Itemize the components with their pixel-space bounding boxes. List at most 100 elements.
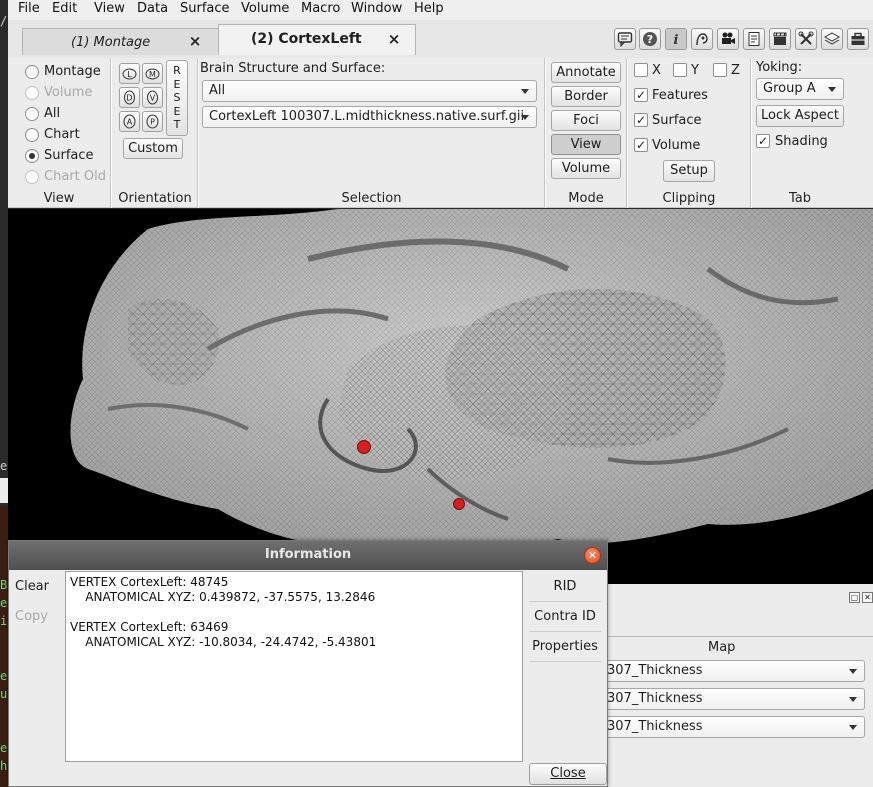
- tab-group-title: Tab: [788, 191, 811, 206]
- focus-marker[interactable]: [453, 498, 465, 510]
- clipping-setup-button[interactable]: Setup: [663, 160, 715, 182]
- reset-letter: E: [173, 104, 181, 118]
- tab-cortexleft[interactable]: (2) CortexLeft ⨯: [218, 24, 416, 55]
- reset-view-button[interactable]: R E S E T: [166, 60, 188, 136]
- contra-id-button[interactable]: Contra ID: [529, 609, 601, 624]
- orient-letter: L: [127, 70, 132, 79]
- shading-checkbox[interactable]: ✓: [756, 134, 770, 148]
- map-select[interactable]: 307_Thickness: [598, 660, 865, 682]
- radio-montage[interactable]: [25, 65, 39, 79]
- close-icon[interactable]: ✕: [584, 547, 601, 564]
- menu-data[interactable]: Data: [137, 1, 168, 16]
- menu-window[interactable]: Window: [351, 1, 402, 16]
- clip-volume-checkbox[interactable]: ✓: [634, 138, 648, 152]
- close-button[interactable]: Close: [529, 763, 607, 785]
- terminal-text: h: [0, 759, 8, 773]
- orient-anterior-button[interactable]: A: [119, 111, 140, 132]
- radio-volume[interactable]: [25, 86, 39, 100]
- menu-help[interactable]: Help: [414, 1, 444, 16]
- tab-label: (1) Montage: [71, 35, 151, 50]
- menu-view[interactable]: View: [94, 1, 125, 16]
- menu-edit[interactable]: Edit: [52, 1, 77, 16]
- yoking-label: Yoking:: [756, 60, 803, 75]
- orient-dorsal-button[interactable]: D: [119, 87, 140, 108]
- map-select-value: 307_Thickness: [607, 691, 703, 706]
- group-separator: [750, 58, 752, 208]
- annotate-mode-button[interactable]: Annotate: [551, 62, 621, 83]
- orient-ventral-button[interactable]: V: [142, 87, 163, 108]
- chevron-down-icon: [521, 89, 529, 94]
- map-select[interactable]: 307_Thickness: [598, 716, 865, 738]
- radio-chart[interactable]: [25, 128, 39, 142]
- menu-surface[interactable]: Surface: [180, 1, 230, 16]
- radio-all[interactable]: [25, 107, 39, 121]
- radio-all-label: All: [44, 106, 61, 121]
- layers-divider: [608, 636, 873, 637]
- copy-button[interactable]: Copy: [15, 609, 48, 624]
- border-mode-button[interactable]: Border: [551, 86, 621, 107]
- selection-group-title: Selection: [341, 191, 402, 206]
- clip-y-checkbox[interactable]: [673, 63, 687, 77]
- clear-button[interactable]: Clear: [15, 579, 49, 594]
- info-icon[interactable]: i: [665, 28, 687, 50]
- scene-icon[interactable]: [743, 28, 765, 50]
- close-tab-icon[interactable]: ⨯: [187, 32, 203, 52]
- mode-group-title: Mode: [568, 191, 604, 206]
- clip-y-label: Y: [691, 63, 699, 78]
- orient-medial-button[interactable]: M: [142, 63, 163, 84]
- orient-left-button[interactable]: L: [119, 63, 140, 84]
- menu-file[interactable]: File: [18, 1, 40, 16]
- terminal-text: ea: [0, 669, 8, 683]
- orientation-group-title: Orientation: [118, 191, 192, 206]
- tab-montage[interactable]: (1) Montage ⨯: [22, 28, 219, 55]
- structure-select[interactable]: All: [202, 80, 537, 102]
- clip-features-checkbox[interactable]: ✓: [634, 88, 648, 102]
- terminal-text: B: [0, 578, 8, 592]
- group-separator: [110, 58, 112, 208]
- view-mode-button[interactable]: View: [551, 134, 621, 155]
- surface-select[interactable]: CortexLeft 100307.L.midthickness.native.…: [202, 106, 537, 128]
- menu-macro[interactable]: Macro: [301, 1, 340, 16]
- layers-icon[interactable]: [821, 28, 843, 50]
- focus-marker[interactable]: [357, 440, 371, 454]
- reset-letter: T: [173, 118, 181, 131]
- float-panel-icon[interactable]: ▢: [849, 592, 860, 603]
- map-select-value: 307_Thickness: [607, 719, 703, 734]
- information-text[interactable]: VERTEX CortexLeft: 48745 ANATOMICAL XYZ:…: [65, 571, 523, 762]
- custom-orientation-button[interactable]: Custom: [123, 138, 183, 159]
- button-divider: [529, 661, 601, 662]
- identify-icon[interactable]: [691, 28, 713, 50]
- chat-icon[interactable]: [614, 28, 636, 50]
- close-tab-icon[interactable]: ⨯: [386, 30, 402, 50]
- close-panel-icon[interactable]: ✕: [862, 592, 873, 603]
- map-select[interactable]: 307_Thickness: [598, 688, 865, 710]
- radio-chart-old[interactable]: [25, 170, 39, 184]
- reset-letter: S: [173, 91, 181, 104]
- clapper-icon[interactable]: [769, 28, 791, 50]
- movie-icon[interactable]: [717, 28, 739, 50]
- lock-aspect-button[interactable]: Lock Aspect: [756, 105, 844, 127]
- help-icon[interactable]: ?: [639, 28, 661, 50]
- dialog-title-bar[interactable]: Information ✕: [9, 541, 607, 570]
- orient-letter: P: [150, 118, 155, 127]
- clip-x-checkbox[interactable]: [634, 63, 648, 77]
- menu-volume[interactable]: Volume: [241, 1, 289, 16]
- reset-letter: E: [173, 77, 181, 91]
- tools-icon[interactable]: [795, 28, 817, 50]
- toolbox-icon[interactable]: [847, 28, 869, 50]
- properties-button[interactable]: Properties: [529, 639, 601, 654]
- clip-z-checkbox[interactable]: [713, 63, 727, 77]
- orient-posterior-button[interactable]: P: [142, 111, 163, 132]
- group-separator: [197, 58, 199, 208]
- clip-z-label: Z: [731, 63, 740, 78]
- tab-label: (2) CortexLeft: [251, 31, 362, 47]
- radio-surface[interactable]: [25, 149, 39, 163]
- clip-surface-checkbox[interactable]: ✓: [634, 113, 648, 127]
- volume-mode-button[interactable]: Volume: [551, 158, 621, 179]
- structure-select-value: All: [209, 83, 226, 98]
- rid-button[interactable]: RID: [529, 579, 601, 594]
- surface-viewport[interactable]: [8, 209, 873, 584]
- foci-mode-button[interactable]: Foci: [551, 110, 621, 131]
- radio-chart-label: Chart: [44, 127, 80, 142]
- yoking-select[interactable]: Group A: [756, 78, 844, 100]
